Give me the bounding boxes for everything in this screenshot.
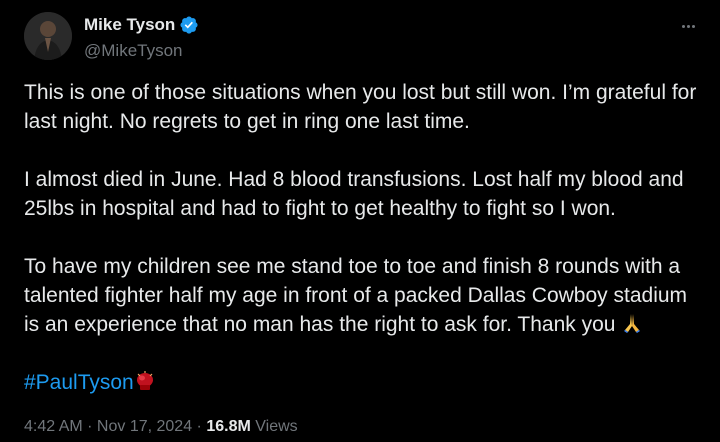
text-line: talented fighter half my age in front of…: [24, 284, 688, 307]
verified-badge-icon: [180, 16, 198, 34]
hashtag-link[interactable]: #PaulTyson: [24, 371, 134, 394]
text-line: To have my children see me stand toe to …: [24, 255, 681, 278]
praying-man-avatar-icon: [24, 12, 72, 60]
text-line-content: is an experience that no man has the rig…: [24, 313, 622, 336]
separator: ·: [82, 418, 97, 435]
text-line-last: is an experience that no man has the rig…: [24, 310, 714, 339]
post-time[interactable]: 4:42 AM: [24, 418, 83, 435]
post-date[interactable]: Nov 17, 2024: [97, 418, 192, 435]
paragraph-1: This is one of those situations when you…: [24, 78, 714, 136]
tweet-meta: 4:42 AM · Nov 17, 2024 · 16.8M Views: [24, 416, 298, 438]
author-name[interactable]: Mike Tyson: [84, 15, 175, 35]
paragraph-3: To have my children see me stand toe to …: [24, 252, 714, 339]
boxing-glove-icon: [136, 371, 153, 390]
tweet: Mike Tyson @MikeTyson This is one of tho…: [0, 0, 720, 442]
text-line: I almost died in June. Had 8 blood trans…: [24, 168, 684, 191]
paragraph-2: I almost died in June. Had 8 blood trans…: [24, 165, 714, 223]
avatar[interactable]: [24, 12, 72, 60]
author-handle[interactable]: @MikeTyson: [84, 41, 183, 61]
text-line: last night. No regrets to get in ring on…: [24, 110, 470, 133]
hashtag-line: #PaulTyson: [24, 368, 156, 397]
folded-hands-icon: [624, 314, 641, 333]
text-line: 25lbs in hospital and had to fight to ge…: [24, 197, 616, 220]
tweet-text: This is one of those situations when you…: [24, 78, 714, 339]
ellipsis-icon[interactable]: [676, 14, 700, 38]
text-line: This is one of those situations when you…: [24, 81, 697, 104]
views-label: Views: [255, 418, 298, 435]
separator: ·: [192, 418, 207, 435]
views-count: 16.8M: [206, 418, 251, 435]
